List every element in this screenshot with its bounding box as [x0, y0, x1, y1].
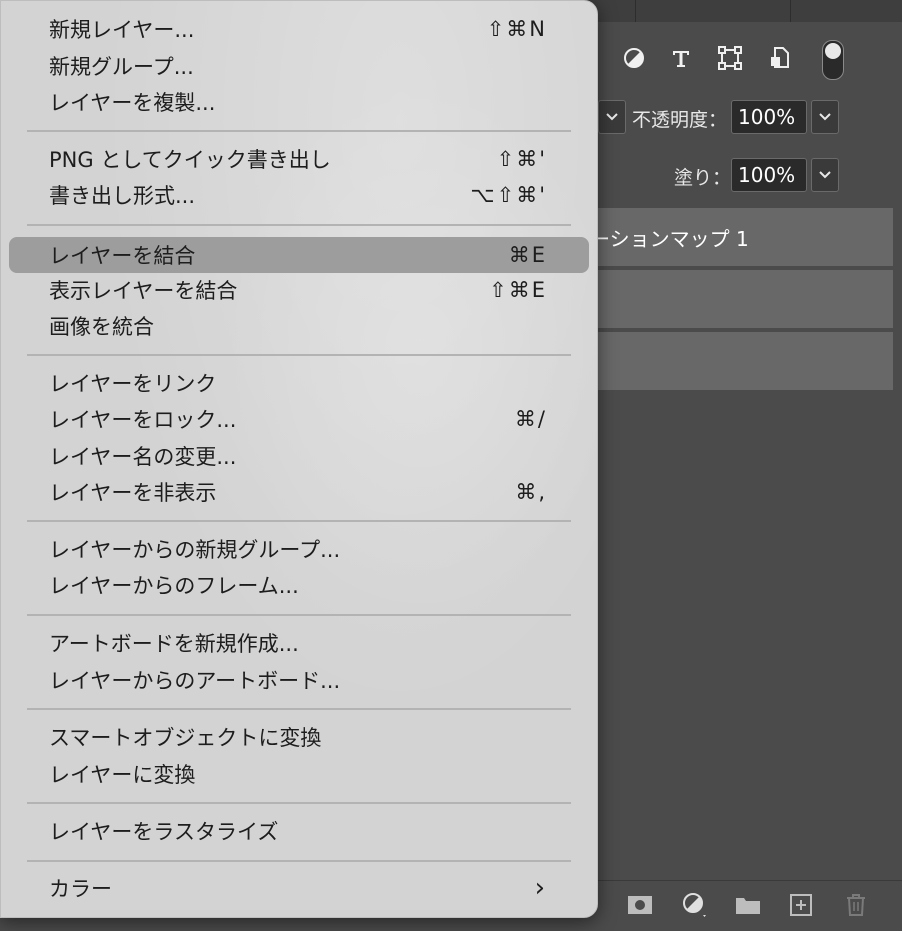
type-filter-icon[interactable]: [667, 44, 695, 72]
tab-divider: [790, 0, 791, 22]
shape-filter-icon[interactable]: [716, 44, 744, 72]
smart-object-filter-icon[interactable]: [766, 44, 794, 72]
menu-separator: [27, 130, 571, 132]
menu-item-label: 新規レイヤー...: [49, 18, 195, 42]
menu-item-artboard-from-layers[interactable]: レイヤーからのアートボード...: [9, 662, 589, 698]
menu-item-merge-visible[interactable]: 表示レイヤーを結合 ⇧⌘E: [9, 272, 589, 308]
trash-icon[interactable]: [841, 890, 871, 920]
tab-divider: [635, 0, 636, 22]
menu-separator: [27, 520, 571, 522]
menu-item-link-layers[interactable]: レイヤーをリンク: [9, 365, 589, 401]
menu-item-label: レイヤーを非表示: [49, 481, 217, 505]
menu-item-quick-export-png[interactable]: PNG としてクイック書き出し ⇧⌘': [9, 141, 589, 177]
chevron-down-icon: [819, 171, 831, 179]
menu-item-hide-layers[interactable]: レイヤーを非表示 ⌘,: [9, 474, 589, 510]
menu-item-export-as[interactable]: 書き出し形式... ⌥⇧⌘': [9, 177, 589, 213]
layer-context-menu: 新規レイヤー... ⇧⌘N 新規グループ... レイヤーを複製... PNG と…: [0, 0, 598, 918]
chevron-right-icon: ›: [534, 873, 547, 903]
opacity-input[interactable]: 100%: [731, 100, 807, 134]
menu-item-label: レイヤーをラスタライズ: [49, 820, 279, 844]
menu-item-label: レイヤー名の変更...: [49, 445, 237, 469]
menu-item-label: 画像を統合: [49, 315, 154, 339]
fill-label: 塗り：: [674, 167, 732, 189]
menu-separator: [27, 802, 571, 804]
menu-item-group-from-layers[interactable]: レイヤーからの新規グループ...: [9, 531, 589, 567]
layer-row[interactable]: ーションマップ 1: [560, 208, 893, 268]
layer-name: ーションマップ 1: [590, 226, 749, 251]
menu-item-shortcut: ⌘/: [514, 407, 547, 431]
menu-item-convert-to-smart-object[interactable]: スマートオブジェクトに変換: [9, 719, 589, 755]
menu-item-shortcut: ⇧⌘E: [489, 278, 547, 302]
menu-separator: [27, 354, 571, 356]
menu-separator: [27, 708, 571, 710]
add-mask-icon[interactable]: [625, 890, 655, 920]
menu-item-shortcut: ⌥⇧⌘': [470, 183, 547, 207]
blend-mode-dropdown[interactable]: [598, 100, 626, 134]
menu-item-label: 書き出し形式...: [49, 184, 196, 208]
layer-row[interactable]: [560, 270, 893, 330]
adjustment-filter-icon[interactable]: [620, 44, 648, 72]
new-layer-icon[interactable]: [786, 890, 816, 920]
new-group-icon[interactable]: [733, 890, 763, 920]
menu-item-shortcut: ⇧⌘': [496, 147, 547, 171]
fill-input[interactable]: 100%: [731, 158, 807, 192]
menu-item-shortcut: ⇧⌘N: [486, 17, 547, 41]
chevron-down-icon: [606, 113, 618, 121]
menu-item-new-artboard[interactable]: アートボードを新規作成...: [9, 625, 589, 661]
menu-item-frame-from-layers[interactable]: レイヤーからのフレーム...: [9, 567, 589, 603]
opacity-label: 不透明度：: [632, 109, 728, 131]
menu-item-label: レイヤーをロック...: [49, 408, 237, 432]
menu-item-flatten-image[interactable]: 画像を統合: [9, 308, 589, 344]
menu-item-label: 新規グループ...: [49, 55, 194, 79]
fill-dropdown[interactable]: [811, 158, 839, 192]
menu-item-label: カラー: [49, 877, 112, 901]
menu-item-label: スマートオブジェクトに変換: [49, 726, 322, 750]
menu-item-shortcut: ⌘E: [508, 243, 547, 267]
menu-item-color[interactable]: カラー ›: [9, 870, 589, 906]
menu-separator: [27, 614, 571, 616]
panel-tab-bar: [560, 0, 902, 23]
menu-item-new-layer[interactable]: 新規レイヤー... ⇧⌘N: [9, 11, 589, 47]
menu-item-shortcut: ⌘,: [515, 480, 547, 504]
menu-separator: [27, 224, 571, 226]
menu-item-label: レイヤーをリンク: [49, 372, 217, 396]
menu-item-label: レイヤーを結合: [49, 244, 196, 268]
menu-separator: [27, 860, 571, 862]
toggle-knob: [825, 43, 841, 59]
menu-item-lock-layers[interactable]: レイヤーをロック... ⌘/: [9, 401, 589, 437]
menu-item-label: レイヤーからのフレーム...: [49, 574, 299, 598]
menu-item-label: 表示レイヤーを結合: [49, 279, 238, 303]
layer-row[interactable]: [560, 332, 893, 392]
menu-item-new-group[interactable]: 新規グループ...: [9, 48, 589, 84]
menu-item-label: レイヤーを複製...: [49, 91, 216, 115]
menu-item-label: レイヤーからのアートボード...: [49, 669, 341, 693]
menu-item-convert-to-layers[interactable]: レイヤーに変換: [9, 756, 589, 792]
menu-item-rasterize-layers[interactable]: レイヤーをラスタライズ: [9, 813, 589, 849]
menu-item-label: レイヤーからの新規グループ...: [49, 538, 341, 562]
menu-item-merge-layers[interactable]: レイヤーを結合 ⌘E: [9, 237, 589, 273]
filter-toggle-icon[interactable]: [822, 40, 844, 80]
menu-item-label: PNG としてクイック書き出し: [49, 148, 331, 172]
chevron-down-icon: [819, 113, 831, 121]
new-adjustment-layer-icon[interactable]: [680, 890, 710, 920]
menu-item-label: アートボードを新規作成...: [49, 632, 299, 656]
menu-item-label: レイヤーに変換: [49, 763, 196, 787]
menu-item-duplicate-layer[interactable]: レイヤーを複製...: [9, 84, 589, 120]
menu-item-rename-layer[interactable]: レイヤー名の変更...: [9, 438, 589, 474]
opacity-dropdown[interactable]: [811, 100, 839, 134]
